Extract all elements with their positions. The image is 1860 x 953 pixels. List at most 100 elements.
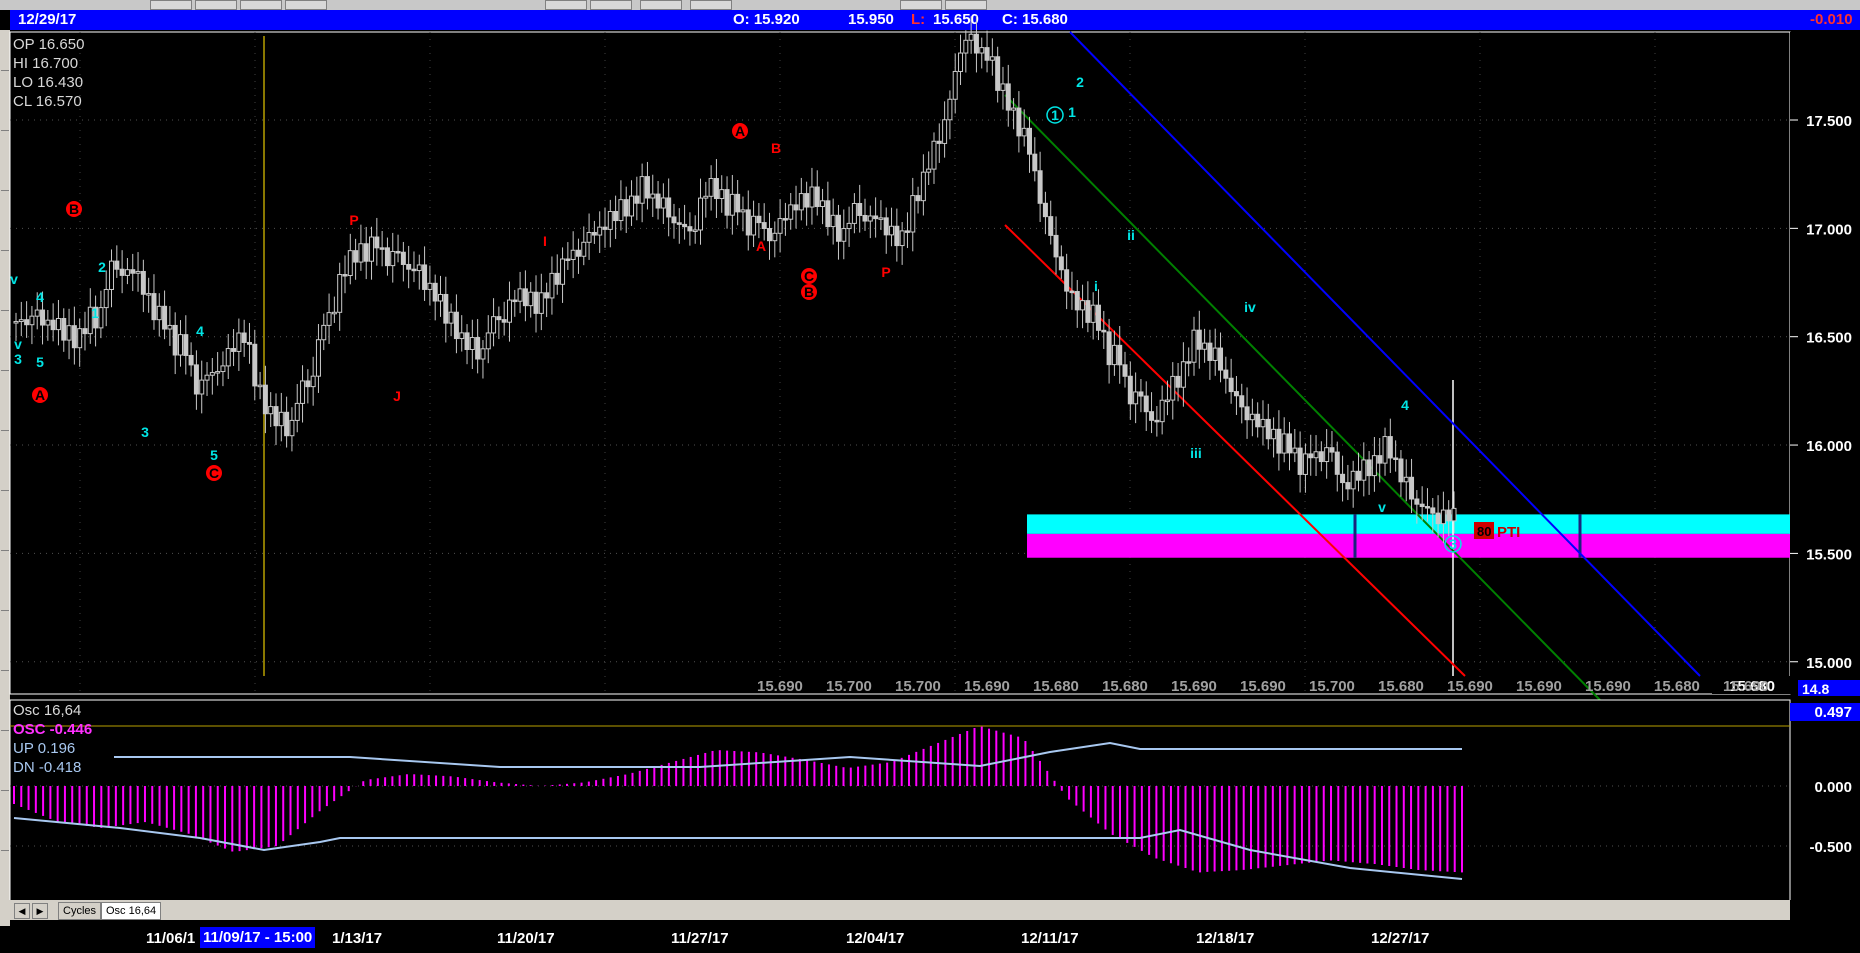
pti-label: PTI <box>1497 524 1520 541</box>
price-tick-label: 15.000 <box>1806 655 1852 672</box>
date-label: 11/20/17 <box>497 930 555 947</box>
candle-body <box>947 98 953 121</box>
candle-body <box>777 218 783 234</box>
candle-body <box>400 251 406 265</box>
candle-body <box>745 209 751 236</box>
candle-body <box>448 311 454 324</box>
candle-body <box>926 168 932 173</box>
candle-body <box>522 288 528 307</box>
tab-cycles[interactable]: Cycles <box>58 902 102 920</box>
wave-label-cyan: 2 <box>98 259 106 275</box>
bottom-value: 15.700 <box>1309 678 1355 695</box>
wave-label-red: A <box>35 387 45 403</box>
candle-body <box>1037 170 1043 204</box>
wave-label-red: B <box>69 201 79 217</box>
tab-prev-button[interactable]: ◀ <box>14 903 30 919</box>
candle-body <box>469 337 475 350</box>
candle-body <box>257 384 263 388</box>
candle-body <box>1297 447 1303 475</box>
candle-body <box>1095 304 1101 331</box>
bottom-value: 15.690 <box>1516 678 1562 695</box>
candle-body <box>586 232 592 243</box>
candle-body <box>268 406 274 415</box>
candle-body <box>889 225 895 236</box>
candle-body <box>379 247 385 250</box>
candle-body <box>1005 83 1011 111</box>
wave-label-cyan: 5 <box>36 354 44 370</box>
oscillator-panel: 0.000 -0.500 0.497 <box>9 699 1860 900</box>
wave-label-cyan: 3 <box>14 351 22 367</box>
candle-body <box>841 228 847 242</box>
candle-body <box>804 193 810 208</box>
candle-body <box>1260 418 1266 428</box>
candle-body <box>735 193 741 213</box>
tab-next-button[interactable]: ▶ <box>32 903 48 919</box>
price-chart[interactable]: 80 PTI v4v3 521345121iiiiiiivv43ABCPJIABAC… <box>0 0 1860 900</box>
candle-body <box>920 171 926 202</box>
candle-body <box>236 332 242 352</box>
candle-body <box>1377 455 1383 464</box>
bottom-value: 15.680 <box>1654 678 1700 695</box>
candle-body <box>942 119 948 144</box>
candle-body <box>613 210 619 222</box>
candle-body <box>782 218 788 221</box>
candle-body <box>225 348 231 367</box>
candle-body <box>1355 470 1361 481</box>
candle-body <box>549 272 555 299</box>
candle-body <box>1127 375 1133 405</box>
candle-body <box>130 269 136 274</box>
candle-body <box>1451 507 1457 522</box>
candle-body <box>1026 127 1032 155</box>
candle-body <box>692 229 698 232</box>
candle-body <box>719 189 725 200</box>
candle-body <box>878 217 884 220</box>
wave-label-cyan: 1 <box>1068 104 1076 120</box>
candle-body <box>289 419 295 437</box>
candle-body <box>215 371 221 374</box>
candle-body <box>390 250 396 267</box>
bottom-value: 15.680 <box>1102 678 1148 695</box>
tab-osc[interactable]: Osc 16,64 <box>101 902 162 920</box>
osc-tick-label: -0.500 <box>1809 839 1852 856</box>
ohlc-high: HI 16.700 <box>13 55 79 72</box>
candle-body <box>1239 395 1245 408</box>
wave-label-cyan: v <box>14 336 22 352</box>
candle-body <box>788 204 794 220</box>
candle-body <box>1265 418 1271 440</box>
candle-body <box>71 325 77 349</box>
candle-body <box>973 33 979 54</box>
osc-name: Osc 16,64 <box>13 702 82 719</box>
candle-body <box>676 222 682 225</box>
candle-body <box>18 319 24 323</box>
candle-body <box>109 260 115 290</box>
candle-body <box>995 56 1001 91</box>
candle-body <box>374 236 380 249</box>
pti-value: 80 <box>1477 524 1491 539</box>
bottom-value: 15.680 <box>1033 678 1079 695</box>
chart-window: 12/29/17 O: 15.920 15.950 L: 15.650 C: 1… <box>0 0 1860 953</box>
date-label: 12/18/17 <box>1196 930 1255 947</box>
candle-body <box>1302 453 1308 475</box>
candle-body <box>315 339 321 377</box>
candle-body <box>61 318 67 341</box>
candle-body <box>740 209 746 213</box>
candle-body <box>220 365 226 373</box>
candle-body <box>952 70 958 100</box>
candle-body <box>1207 342 1213 361</box>
candle-body <box>1424 506 1430 509</box>
candle-body <box>422 264 428 290</box>
candle-body <box>1122 364 1128 377</box>
candle-body <box>172 324 178 356</box>
candle-body <box>1318 451 1324 463</box>
candle-body <box>650 193 656 199</box>
candle-body <box>703 195 709 199</box>
candle-body <box>915 195 921 202</box>
candle-body <box>273 406 279 427</box>
candle-body <box>538 292 544 314</box>
candle-body <box>851 202 857 224</box>
candle-body <box>475 337 481 360</box>
wave-label-cyan: 1 <box>1051 107 1059 123</box>
candle-body <box>188 354 194 366</box>
wave-label-cyan: 4 <box>36 289 44 305</box>
candle-body <box>1446 509 1452 522</box>
